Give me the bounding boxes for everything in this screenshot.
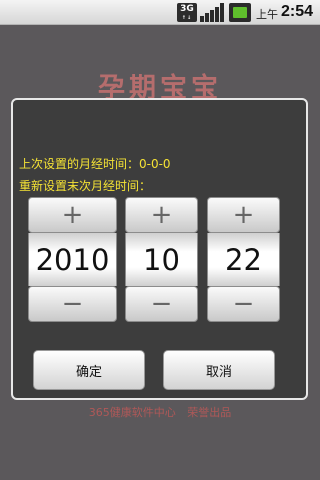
status-bar: 3G ↑↓ 上午 2:54 [0, 0, 320, 25]
network-activity: ↑↓ [181, 15, 193, 21]
year-value[interactable]: 2010 [28, 233, 117, 286]
year-decrement-button[interactable]: − [28, 286, 117, 322]
battery-icon [229, 3, 251, 22]
year-picker: + 2010 − [28, 197, 117, 322]
day-picker: + 22 − [207, 197, 280, 322]
last-setting-label: 上次设置的月经时间：0-0-0 [19, 157, 171, 171]
reset-label: 重新设置末次月经时间： [19, 179, 152, 193]
month-value[interactable]: 10 [125, 233, 198, 286]
month-decrement-button[interactable]: − [125, 286, 198, 322]
app-footer: 365健康软件中心 荣誉出品 [88, 406, 232, 419]
3g-icon: 3G ↑↓ [177, 3, 197, 22]
signal-icon [200, 3, 224, 22]
day-increment-button[interactable]: + [207, 197, 280, 233]
confirm-button[interactable]: 确定 [33, 350, 145, 390]
day-value[interactable]: 22 [207, 233, 280, 286]
network-badge: 3G [180, 4, 194, 14]
month-increment-button[interactable]: + [125, 197, 198, 233]
date-dialog: 上次设置的月经时间：0-0-0 重新设置末次月经时间： + 2010 − + 1… [11, 98, 308, 400]
year-increment-button[interactable]: + [28, 197, 117, 233]
month-picker: + 10 − [125, 197, 198, 322]
day-decrement-button[interactable]: − [207, 286, 280, 322]
clock: 2:54 [281, 3, 314, 20]
am-pm-indicator: 上午 [256, 8, 278, 21]
cancel-button[interactable]: 取消 [163, 350, 275, 390]
